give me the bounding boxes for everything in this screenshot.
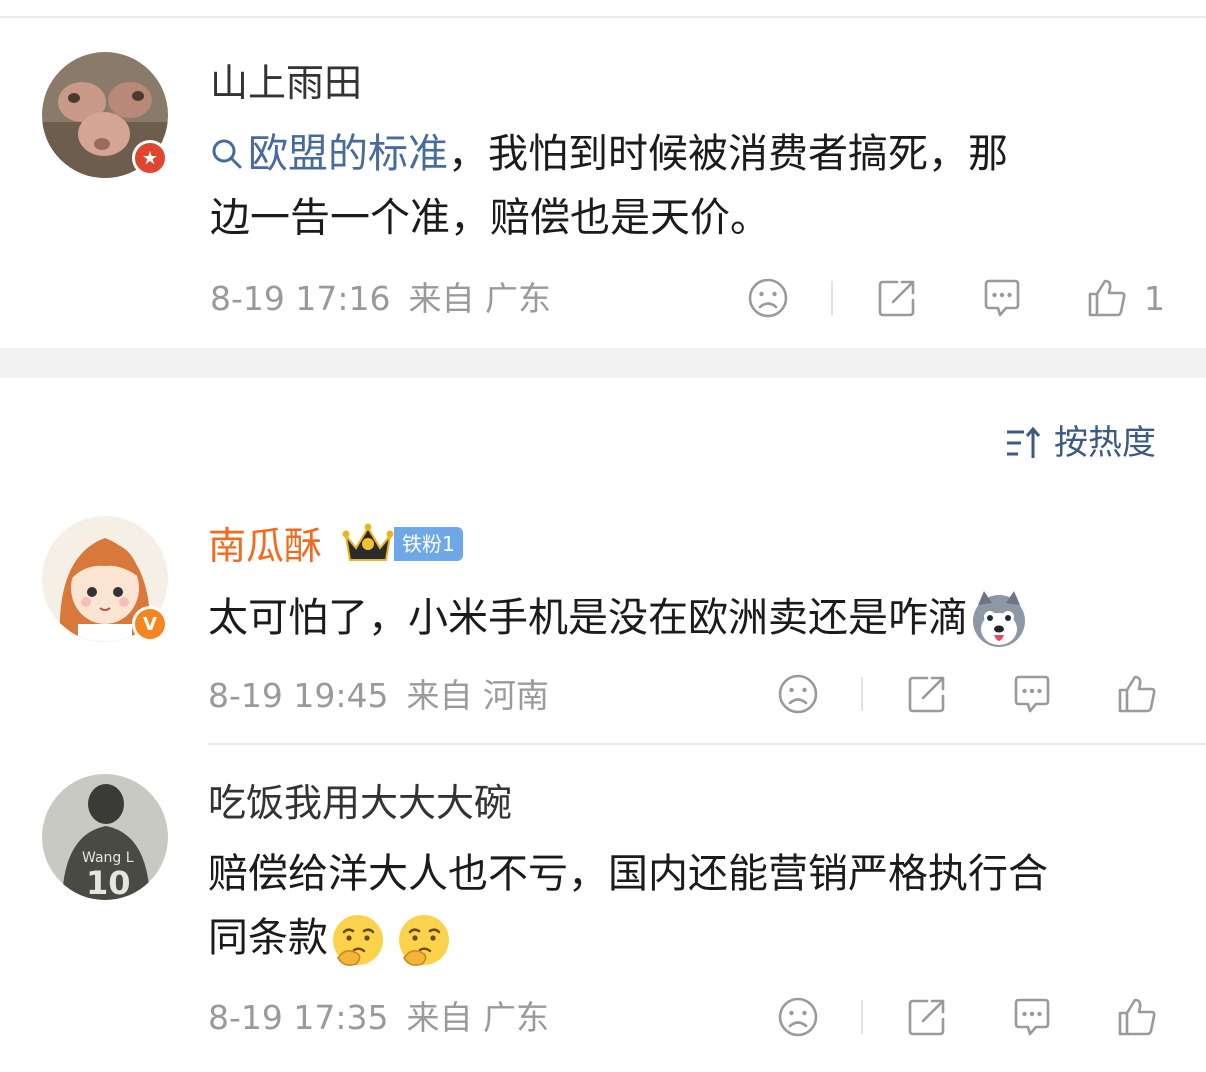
location: 来自 广东 [408, 279, 552, 318]
reply-button[interactable] [1010, 995, 1054, 1039]
timestamp: 8-19 19:45 [208, 676, 389, 715]
comment-text: 欧盟的标准，我怕到时候被消费者搞死，那 [210, 122, 1008, 186]
reply-button[interactable] [1010, 672, 1054, 716]
timestamp: 8-19 17:16 [210, 279, 391, 318]
top-divider [0, 16, 1206, 18]
sad-face-icon [748, 278, 788, 318]
sort-button[interactable]: 按热度 [1004, 421, 1156, 465]
thinking-emoji-icon [333, 915, 383, 966]
action-separator [861, 677, 863, 711]
timestamp: 8-19 17:35 [208, 998, 389, 1037]
fan-badge[interactable]: 铁粉1 [342, 522, 463, 566]
thinking-emoji-icon [399, 915, 449, 966]
like-count: 1 [1144, 279, 1165, 318]
comment-bubble-icon [1014, 675, 1050, 713]
sort-label: 按热度 [1054, 423, 1156, 463]
comment-meta: 8-19 17:16 来自 广东 [210, 279, 551, 319]
location: 来自 河南 [406, 676, 550, 715]
soccer-player-photo-icon: Wang L 10 [42, 774, 168, 900]
comment-meta: 8-19 17:35 来自 广东 [208, 998, 549, 1038]
share-button[interactable] [875, 276, 919, 320]
dislike-button[interactable] [776, 672, 820, 716]
like-button[interactable] [1115, 995, 1159, 1039]
share-button[interactable] [905, 672, 949, 716]
comment-text: 太可怕了，小米手机是没在欧洲卖还是咋滴 [208, 586, 1030, 651]
topic-link[interactable]: 欧盟的标准 [210, 131, 448, 177]
action-separator [861, 1000, 863, 1034]
sort-icon [1007, 426, 1041, 458]
jersey-number: 10 [86, 864, 131, 900]
comment-bubble-icon [984, 279, 1020, 317]
comment-divider [208, 743, 1206, 745]
comment-text-line: ，我怕到时候被消费者搞死，那 [448, 131, 1008, 177]
share-button[interactable] [905, 995, 949, 1039]
dislike-button[interactable] [746, 276, 790, 320]
share-icon [908, 676, 945, 713]
dislike-button[interactable] [776, 995, 820, 1039]
thumbs-up-icon [1118, 675, 1156, 713]
comment-bubble-icon [1014, 998, 1050, 1036]
username[interactable]: 吃饭我用大大大碗 [208, 779, 512, 827]
action-separator [831, 281, 833, 315]
like-button[interactable] [1115, 672, 1159, 716]
fan-level-tag: 铁粉1 [394, 527, 463, 561]
search-icon [212, 139, 242, 169]
husky-emoji-icon [973, 591, 1025, 647]
location: 来自 广东 [406, 998, 550, 1037]
avatar[interactable]: Wang L 10 [42, 774, 168, 900]
sad-face-icon [778, 997, 818, 1037]
thumbs-up-icon [1118, 998, 1156, 1036]
share-icon [908, 999, 945, 1036]
crown-icon [342, 523, 394, 561]
comment-meta: 8-19 19:45 来自 河南 [208, 676, 549, 716]
comment-text: 同条款 [208, 906, 454, 970]
verified-v-badge-icon: V [132, 606, 168, 642]
topic-label: 欧盟的标准 [248, 131, 448, 177]
username[interactable]: 南瓜酥 [208, 522, 322, 570]
like-button[interactable] [1085, 276, 1129, 320]
comment-text-line: 太可怕了，小米手机是没在欧洲卖还是咋滴 [208, 595, 968, 641]
username[interactable]: 山上雨田 [210, 59, 362, 107]
comment-text-line: 赔偿给洋大人也不亏，国内还能营销严格执行合 [208, 851, 1048, 897]
reply-button[interactable] [980, 276, 1024, 320]
share-icon [878, 280, 915, 317]
comment-text-line: 同条款 [208, 915, 328, 961]
section-gap [0, 348, 1206, 378]
sad-face-icon [778, 674, 818, 714]
red-star-badge-icon: ★ [132, 140, 168, 176]
comment-text-line: 边一告一个准，赔偿也是天价。 [210, 195, 770, 241]
thumbs-up-icon [1088, 279, 1126, 317]
